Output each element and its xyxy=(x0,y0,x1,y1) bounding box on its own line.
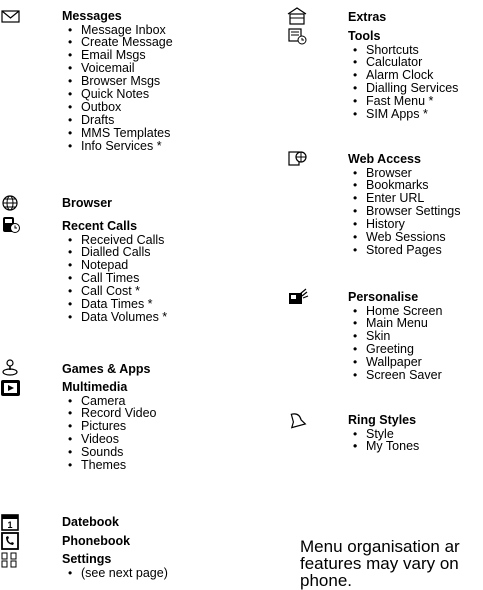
menu-section-title[interactable]: Ring Styles xyxy=(348,414,416,427)
menu-note-line: Menu organisation ar xyxy=(300,537,460,556)
menu-item[interactable]: Screen Saver xyxy=(353,369,442,382)
menu-item[interactable]: Quick Notes xyxy=(68,88,173,101)
menu-section-title[interactable]: Personalise xyxy=(348,291,418,304)
menu-section-title[interactable]: Phonebook xyxy=(62,535,130,548)
bell-icon xyxy=(287,411,309,429)
menu-section-title[interactable]: Extras xyxy=(348,11,386,24)
menu-section-title[interactable]: Datebook xyxy=(62,516,119,529)
menu-section-title[interactable]: Tools xyxy=(348,30,380,43)
menu-item-list: ShortcutsCalculatorAlarm ClockDialling S… xyxy=(353,43,458,121)
menu-item[interactable]: Web Sessions xyxy=(353,231,460,244)
web-access-icon xyxy=(287,150,309,168)
menu-section-title[interactable]: Browser xyxy=(62,197,112,210)
personalise-icon xyxy=(287,288,309,306)
menu-note-line: phone. xyxy=(300,571,352,590)
menu-item[interactable]: Info Services * xyxy=(68,139,173,153)
svg-text:1: 1 xyxy=(7,520,12,530)
menu-section-title[interactable]: Multimedia xyxy=(62,381,127,394)
menu-item-list: BrowserBookmarksEnter URLBrowser Setting… xyxy=(353,166,460,257)
menu-item[interactable]: Themes xyxy=(68,459,157,472)
menu-section-title[interactable]: Games & Apps xyxy=(62,363,150,376)
menu-item[interactable]: MMS Templates xyxy=(68,126,173,140)
film-icon xyxy=(0,379,22,397)
menu-item-list: Home ScreenMain MenuSkinGreetingWallpape… xyxy=(353,304,442,382)
menu-item-list: Received CallsDialled CallsNotepadCall T… xyxy=(68,233,167,324)
settings-icon xyxy=(0,551,22,569)
extras-icon xyxy=(287,7,309,25)
menu-note-line: features may vary on xyxy=(300,554,459,573)
menu-item-list: CameraRecord VideoPicturesVideosSoundsTh… xyxy=(68,394,157,472)
tools-icon xyxy=(287,27,309,45)
menu-section-title[interactable]: Messages xyxy=(62,10,122,23)
menu-item[interactable]: My Tones xyxy=(353,440,419,453)
menu-note: Menu organisation ar features may vary o… xyxy=(300,538,483,589)
phonebook-icon xyxy=(0,532,22,550)
menu-item[interactable]: Stored Pages xyxy=(353,244,460,257)
menu-item[interactable]: Drafts xyxy=(68,113,173,127)
menu-section-title[interactable]: Recent Calls xyxy=(62,220,137,233)
joystick-icon xyxy=(0,359,22,377)
globe-icon xyxy=(0,194,22,212)
menu-item-list: StyleMy Tones xyxy=(353,427,419,454)
menu-item[interactable]: Data Times * xyxy=(68,298,167,311)
menu-item-list: Message InboxCreate MessageEmail MsgsVoi… xyxy=(68,23,173,153)
calendar-icon: 1 xyxy=(0,513,22,531)
envelope-icon xyxy=(0,8,22,26)
menu-item-list: (see next page) xyxy=(68,566,168,580)
call-log-icon xyxy=(0,216,22,234)
menu-item[interactable]: Data Volumes * xyxy=(68,311,167,324)
menu-section-title[interactable]: Settings xyxy=(62,553,111,566)
menu-item[interactable]: SIM Apps * xyxy=(353,108,458,121)
menu-item[interactable]: (see next page) xyxy=(68,566,168,580)
menu-section-title[interactable]: Web Access xyxy=(348,153,421,166)
menu-item[interactable]: Outbox xyxy=(68,101,173,114)
